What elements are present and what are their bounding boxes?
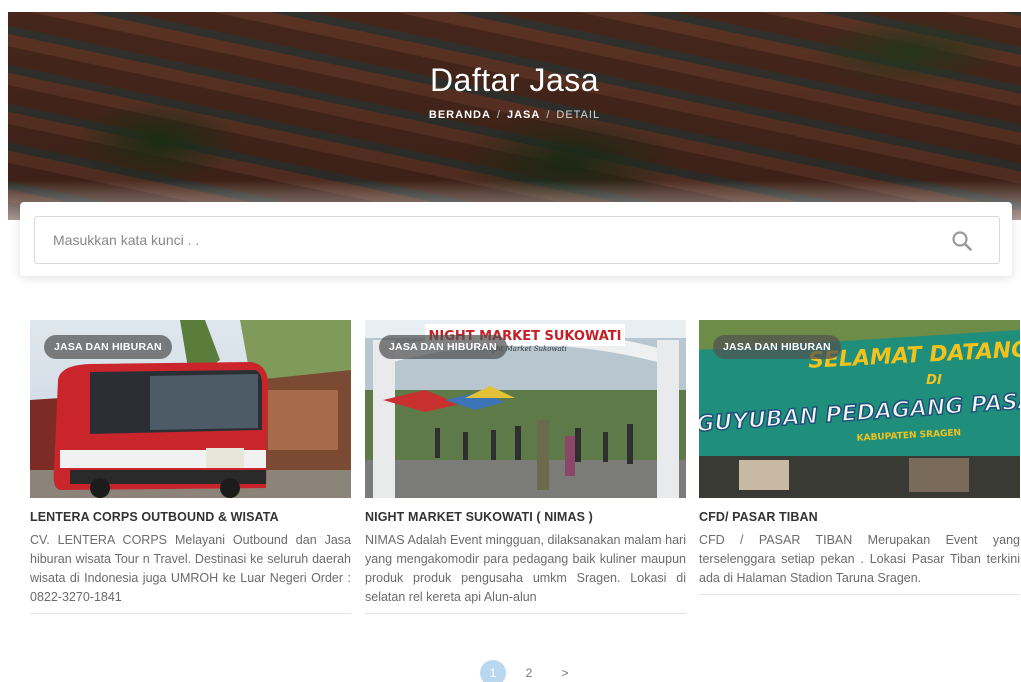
card-image-pasar-tiban[interactable]: SELAMAT DATANG DI PAGUYUBAN PEDAGANG PAS… — [699, 320, 1020, 498]
service-card[interactable]: NIGHT MARKET SUKOWATI Night Market Sukow… — [365, 320, 686, 614]
page-button-2[interactable]: 2 — [516, 660, 542, 682]
breadcrumb-section[interactable]: JASA — [507, 109, 540, 121]
breadcrumb-separator: / — [546, 109, 551, 121]
service-card[interactable]: SELAMAT DATANG DI PAGUYUBAN PEDAGANG PAS… — [699, 320, 1020, 595]
card-description: CFD / PASAR TIBAN Merupakan Event yang t… — [699, 531, 1020, 595]
breadcrumb-separator: / — [496, 109, 501, 121]
page-button-1[interactable]: 1 — [480, 660, 506, 682]
search-box — [34, 216, 1000, 264]
card-description: CV. LENTERA CORPS Melayani Outbound dan … — [30, 531, 351, 614]
card-title[interactable]: CFD/ PASAR TIBAN — [699, 510, 1020, 524]
next-page-button[interactable]: > — [552, 660, 578, 682]
breadcrumb-current: DETAIL — [556, 109, 601, 121]
breadcrumb-home[interactable]: BERANDA — [429, 109, 491, 121]
category-badge[interactable]: JASA DAN HIBURAN — [713, 335, 841, 359]
category-badge[interactable]: JASA DAN HIBURAN — [379, 335, 507, 359]
service-card[interactable]: JASA DAN HIBURAN LENTERA CORPS OUTBOUND … — [30, 320, 351, 614]
page-title: Daftar Jasa — [429, 62, 600, 98]
image-di-text: DI — [926, 373, 942, 388]
pagination: 1 2 > — [480, 660, 578, 682]
card-image-bus[interactable]: JASA DAN HIBURAN — [30, 320, 351, 498]
card-description: NIMAS Adalah Event mingguan, dilaksanaka… — [365, 531, 686, 614]
card-title[interactable]: LENTERA CORPS OUTBOUND & WISATA — [30, 510, 351, 524]
card-image-night-market[interactable]: NIGHT MARKET SUKOWATI Night Market Sukow… — [365, 320, 686, 498]
search-panel — [20, 202, 1012, 276]
page: Daftar Jasa BERANDA / JASA / DETAIL Masu… — [0, 0, 1021, 682]
search-icon[interactable] — [951, 230, 973, 252]
card-title[interactable]: NIGHT MARKET SUKOWATI ( NIMAS ) — [365, 510, 686, 524]
hero-banner: Daftar Jasa BERANDA / JASA / DETAIL — [8, 12, 1021, 220]
search-input[interactable] — [35, 217, 935, 263]
category-badge[interactable]: JASA DAN HIBURAN — [44, 335, 172, 359]
breadcrumb: BERANDA / JASA / DETAIL — [8, 109, 1021, 121]
